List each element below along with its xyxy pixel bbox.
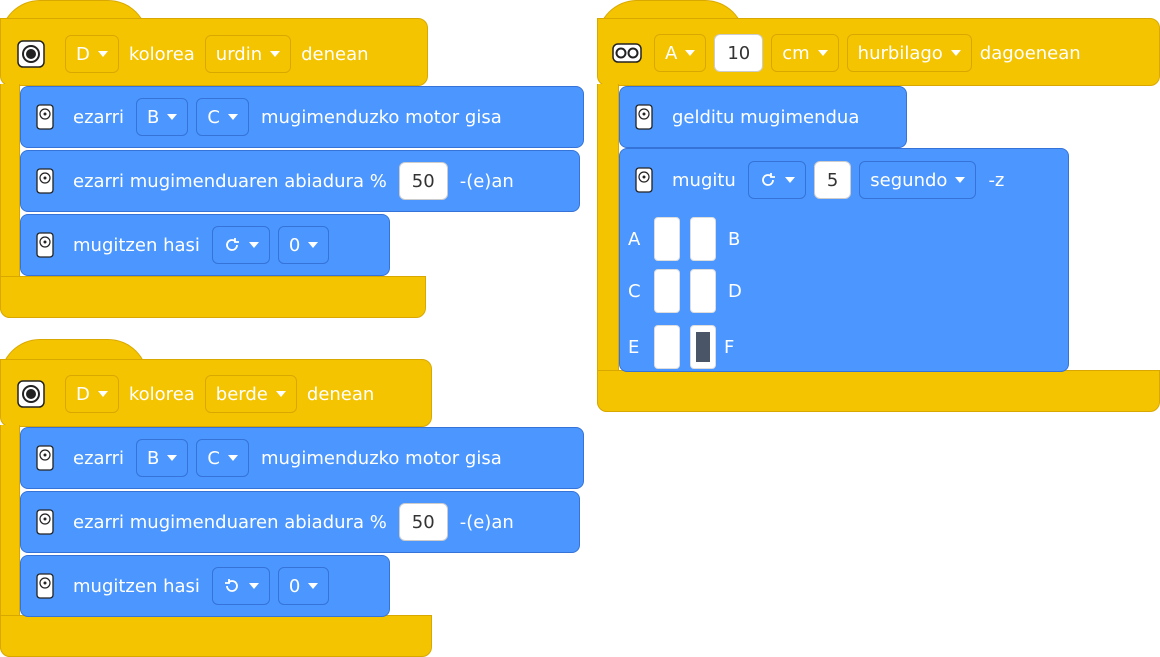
unit-dropdown[interactable]: segundo [859,161,977,199]
distance-input[interactable]: 10 [714,34,764,72]
direction-dropdown[interactable] [211,567,270,605]
start-moving-label: mugitzen hasi [73,234,200,256]
when-label: dagoenean [979,42,1081,64]
hat-foot [0,615,432,657]
port-label-e: E [628,336,640,358]
motor-dropdown[interactable]: 0 [277,226,330,264]
port-cell-d[interactable] [690,269,716,313]
duration-input[interactable]: 5 [813,161,852,199]
set-movement-motors-block[interactable]: ezarri B C mugimenduzko motor gisa [20,427,584,489]
set-label: ezarri [73,447,125,469]
when-label: denean [301,43,369,65]
move-hub-icon [31,103,59,131]
stop-moving-block[interactable]: gelditu mugimendua [619,86,907,148]
color-sensor-icon [17,380,45,408]
direction-dropdown[interactable] [211,226,270,264]
clockwise-icon [226,238,239,251]
motor-pair-label: mugimenduzko motor gisa [260,106,502,128]
speed-label: ezarri mugimenduaren abiadura % [73,170,387,192]
when-color-hat-block[interactable]: D kolorea urdin denean [0,18,428,86]
port-selector-grid[interactable]: A B C D E F [628,215,742,375]
speed-label: ezarri mugimenduaren abiadura % [73,511,387,533]
move-label: mugitu [672,169,736,191]
hat-foot [0,276,426,318]
move-hub-icon [31,167,59,195]
speed-suffix: -(e)an [459,511,514,533]
stop-moving-label: gelditu mugimendua [672,106,860,128]
port-cell-f[interactable] [690,325,716,369]
port-label-a: A [628,228,641,250]
port-cell-a[interactable] [654,217,680,261]
set-movement-motors-block[interactable]: ezarri B C mugimenduzko motor gisa [20,86,584,148]
speed-input[interactable]: 50 [398,503,448,541]
hat-foot [597,370,1160,412]
color-dropdown[interactable]: urdin [204,35,292,73]
port-label-b: B [728,228,741,250]
port-dropdown[interactable]: A [654,34,707,72]
port-cell-e[interactable] [654,325,680,369]
port-right-dropdown[interactable]: C [196,439,249,477]
move-hub-icon [31,508,59,536]
hat-arm [597,84,619,412]
start-moving-block[interactable]: mugitzen hasi 0 [20,555,390,617]
move-hub-icon [31,572,59,600]
duration-suffix: -z [988,169,1005,191]
speed-suffix: -(e)an [459,170,514,192]
move-hub-icon [630,166,658,194]
when-label: denean [306,383,375,405]
motor-pair-label: mugimenduzko motor gisa [260,447,502,469]
color-sensor-icon [17,40,45,68]
motor-dropdown[interactable]: 0 [277,567,330,605]
start-moving-label: mugitzen hasi [73,575,200,597]
when-distance-hat-block[interactable]: A 10 cm hurbilago dagoenean [597,18,1160,86]
when-color-hat-block[interactable]: D kolorea berde denean [0,359,432,427]
move-hub-icon [31,444,59,472]
start-moving-block[interactable]: mugitzen hasi 0 [20,214,390,276]
set-label: ezarri [73,106,125,128]
color-label: kolorea [128,43,195,65]
color-dropdown[interactable]: berde [204,375,297,413]
port-left-dropdown[interactable]: B [136,439,189,477]
port-cell-c[interactable] [654,269,680,313]
distance-sensor-icon [612,43,642,63]
set-movement-speed-block[interactable]: ezarri mugimenduaren abiadura % 50 -(e)a… [20,150,580,212]
port-label-f: F [724,336,735,358]
port-selected-marker [696,332,710,362]
port-right-dropdown[interactable]: C [196,98,249,136]
compare-dropdown[interactable]: hurbilago [846,34,972,72]
color-label: kolorea [128,383,195,405]
move-for-duration-block[interactable]: mugitu 5 segundo -z A B C D E F [619,148,1069,372]
port-cell-b[interactable] [690,217,716,261]
port-dropdown[interactable]: D [65,35,119,73]
direction-dropdown[interactable] [747,161,806,199]
counterclockwise-icon [224,579,238,592]
speed-input[interactable]: 50 [398,162,448,200]
port-left-dropdown[interactable]: B [136,98,189,136]
unit-dropdown[interactable]: cm [771,34,839,72]
port-dropdown[interactable]: D [65,375,119,413]
move-hub-icon [31,231,59,259]
move-hub-icon [630,103,658,131]
port-label-c: C [628,280,641,302]
clockwise-icon [761,173,775,186]
port-label-d: D [728,280,742,302]
set-movement-speed-block[interactable]: ezarri mugimenduaren abiadura % 50 -(e)a… [20,491,580,553]
